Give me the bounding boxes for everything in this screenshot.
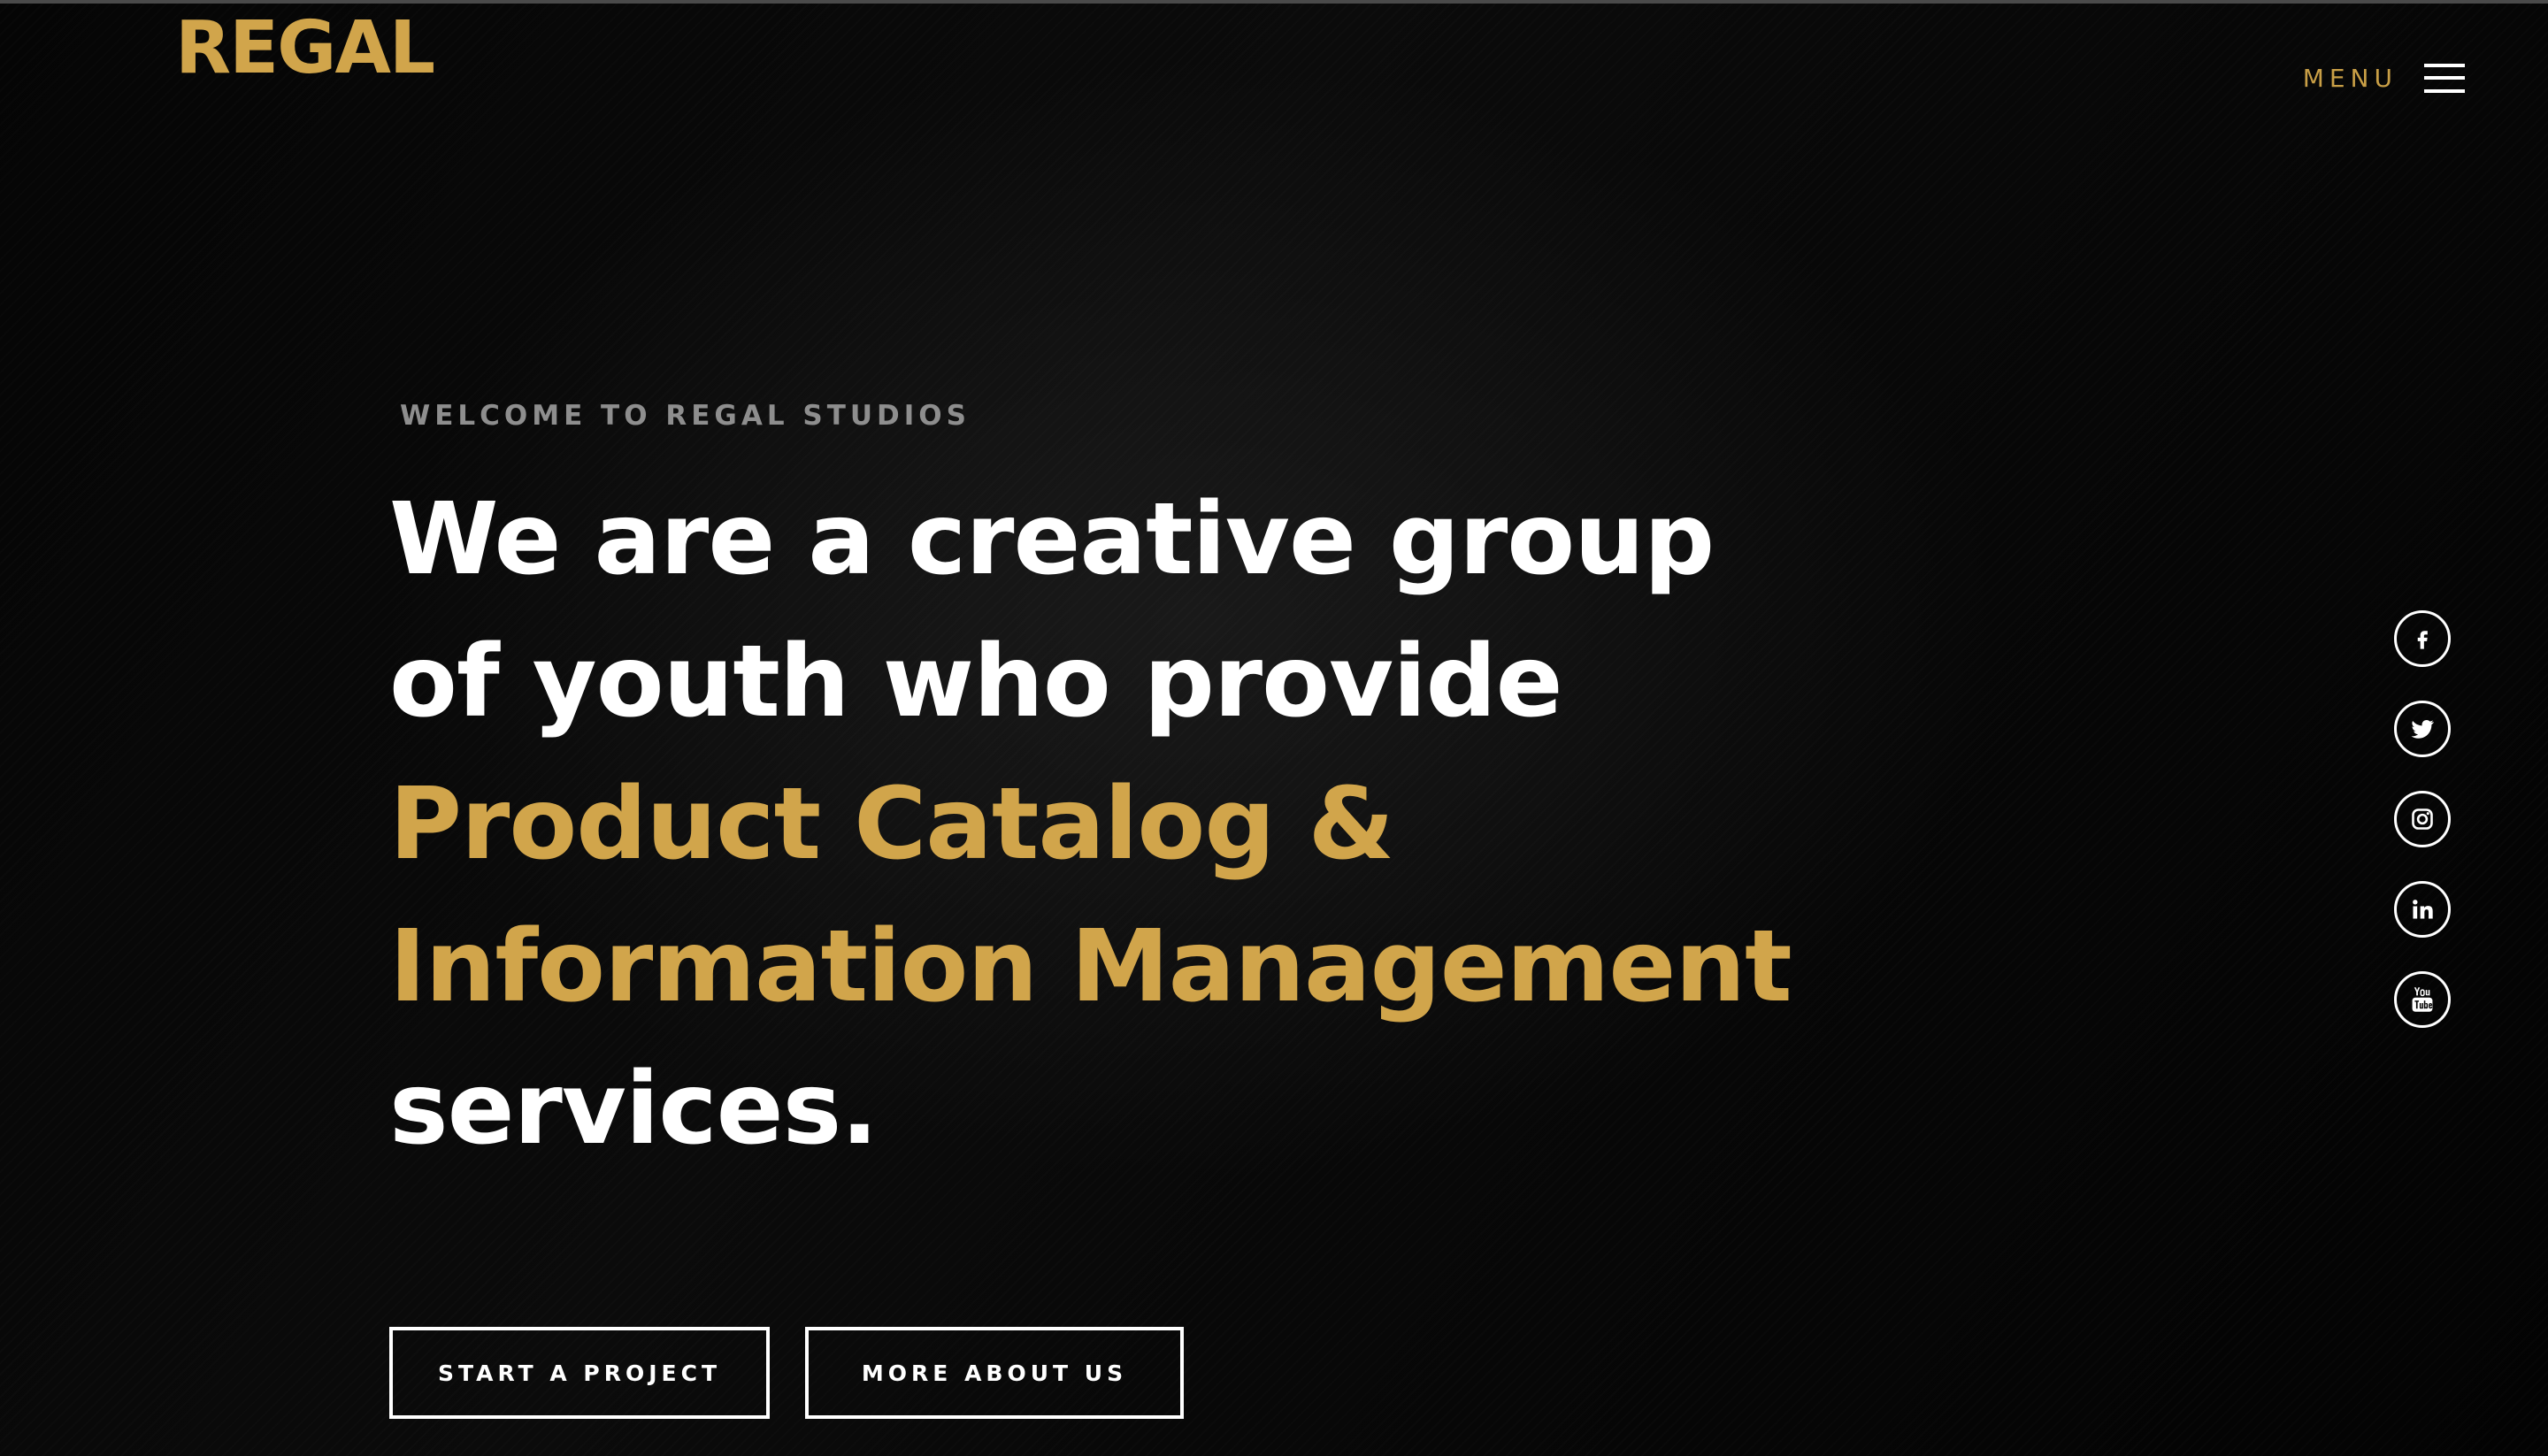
facebook-link[interactable] [2394, 610, 2451, 667]
twitter-link[interactable] [2394, 701, 2451, 757]
headline-line-2: of youth who provide [389, 625, 1563, 739]
social-links [2394, 610, 2451, 1061]
twitter-icon [2411, 719, 2434, 739]
instagram-icon [2412, 808, 2433, 830]
start-project-button[interactable]: START A PROJECT [389, 1327, 770, 1419]
facebook-icon [2417, 631, 2428, 649]
youtube-link[interactable] [2394, 971, 2451, 1028]
instagram-link[interactable] [2394, 791, 2451, 847]
menu-label: MENU [2302, 63, 2398, 93]
youtube-icon [2412, 987, 2433, 1012]
more-about-us-button[interactable]: MORE ABOUT US [805, 1327, 1184, 1419]
hero-headline: We are a creative group of youth who pro… [389, 469, 1893, 1181]
hamburger-icon [2424, 60, 2465, 96]
headline-line-5: services. [389, 1052, 879, 1167]
linkedin-link[interactable] [2394, 881, 2451, 938]
logo[interactable]: REGAL [175, 8, 435, 88]
page: REGAL MENU WELCOME TO REGAL STUDIOS We a… [0, 0, 2548, 1456]
headline-line-1: We are a creative group [389, 482, 1715, 597]
menu-button[interactable]: MENU [2303, 60, 2465, 96]
headline-line-3-highlight: Product Catalog & [389, 767, 1394, 882]
headline-line-4-highlight: Information Management [389, 909, 1792, 1024]
top-rule [0, 0, 2548, 4]
hero-eyebrow: WELCOME TO REGAL STUDIOS [400, 400, 971, 432]
linkedin-icon [2413, 900, 2433, 919]
